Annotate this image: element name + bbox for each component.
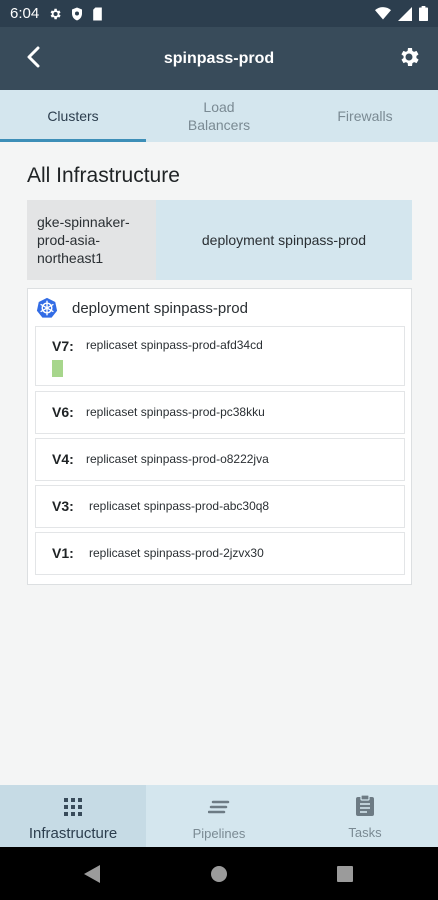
cluster-row[interactable]: gke-spinnaker-prod-asia-northeast1 deplo…	[27, 200, 412, 280]
clipboard-icon	[355, 794, 375, 822]
gear-icon	[48, 7, 62, 21]
nav-label: Pipelines	[192, 826, 246, 841]
tab-bar: Clusters Load Balancers Firewalls	[0, 90, 438, 142]
pipelines-icon	[207, 797, 230, 822]
status-time: 6:04	[10, 5, 40, 22]
back-arrow-icon	[25, 46, 41, 73]
cluster-deployment-label[interactable]: deployment spinpass-prod	[156, 200, 412, 280]
section-title: All Infrastructure	[27, 164, 180, 187]
replicaset-name: replicaset spinpass-prod-abc30q8	[89, 499, 270, 513]
kubernetes-icon	[36, 297, 58, 319]
nav-pipelines[interactable]: Pipelines	[146, 785, 292, 847]
cluster-name: gke-spinnaker-prod-asia-northeast1	[27, 200, 156, 280]
shield-icon	[71, 7, 83, 21]
battery-icon	[419, 6, 428, 21]
deployment-label: deployment spinpass-prod	[72, 299, 248, 317]
recents-square-icon[interactable]	[337, 866, 353, 887]
nav-tasks[interactable]: Tasks	[292, 785, 438, 847]
bottom-nav: Infrastructure Pipelines Tasks	[0, 785, 438, 847]
system-nav-bar	[0, 847, 438, 900]
replicaset-name: replicaset spinpass-prod-o8222jva	[86, 452, 269, 466]
signal-icon	[398, 6, 412, 21]
sd-card-icon	[92, 7, 103, 21]
back-button[interactable]	[18, 44, 48, 74]
deployment-header[interactable]: deployment spinpass-prod	[36, 297, 248, 319]
replicaset-row[interactable]: V7: replicaset spinpass-prod-afd34cd	[35, 326, 405, 386]
grid-icon	[63, 797, 83, 822]
tab-load-balancers-label-line2: Balancers	[187, 117, 251, 133]
replicaset-version: V4:	[52, 451, 74, 467]
nav-infrastructure[interactable]: Infrastructure	[0, 785, 146, 847]
replicaset-name: replicaset spinpass-prod-2jzvx30	[89, 546, 264, 560]
replicaset-row[interactable]: V3: replicaset spinpass-prod-abc30q8	[35, 485, 405, 528]
tab-load-balancers[interactable]: Load Balancers	[146, 90, 292, 142]
tab-firewalls[interactable]: Firewalls	[292, 90, 438, 142]
nav-label: Tasks	[348, 825, 382, 840]
replicaset-version: V3:	[52, 498, 74, 514]
deployment-card: deployment spinpass-prod V7: replicaset …	[27, 288, 412, 585]
tab-clusters[interactable]: Clusters	[0, 90, 146, 142]
replicaset-name: replicaset spinpass-prod-pc38kku	[86, 405, 265, 419]
replicaset-row[interactable]: V4: replicaset spinpass-prod-o8222jva	[35, 438, 405, 481]
replicaset-row[interactable]: V6: replicaset spinpass-prod-pc38kku	[35, 391, 405, 434]
nav-label: Infrastructure	[28, 825, 118, 842]
app-bar: spinpass-prod	[0, 27, 438, 90]
healthy-instance[interactable]	[52, 360, 63, 377]
gear-icon	[397, 45, 421, 74]
wifi-icon	[375, 7, 391, 20]
replicaset-name: replicaset spinpass-prod-afd34cd	[86, 338, 263, 352]
replicaset-version: V1:	[52, 545, 74, 561]
page-title: spinpass-prod	[163, 49, 275, 67]
home-circle-icon[interactable]	[210, 865, 228, 888]
tab-load-balancers-label-line1: Load	[203, 99, 235, 115]
replicaset-version: V6:	[52, 404, 74, 420]
replicaset-row[interactable]: V1: replicaset spinpass-prod-2jzvx30	[35, 532, 405, 575]
settings-button[interactable]	[394, 44, 424, 74]
status-bar: 6:04	[0, 0, 438, 27]
back-triangle-icon[interactable]	[83, 864, 101, 889]
replicaset-version: V7:	[52, 338, 74, 354]
